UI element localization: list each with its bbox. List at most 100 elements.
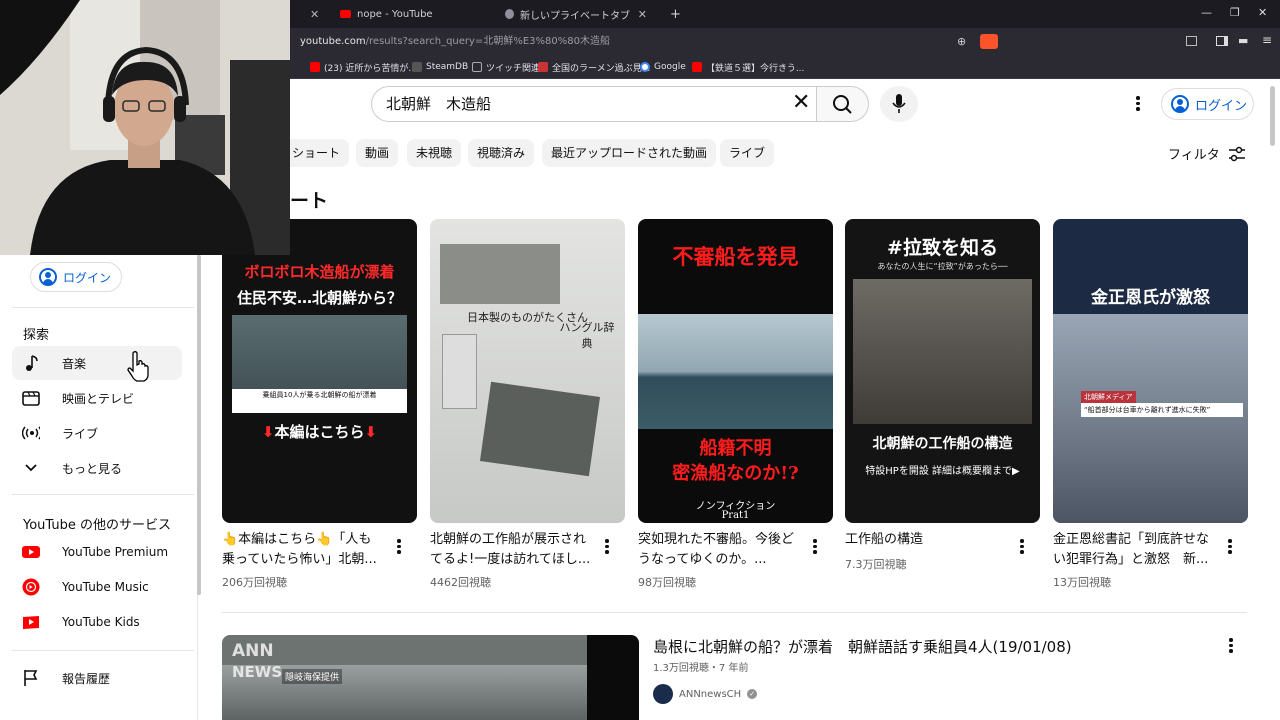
- short-title[interactable]: 工作船の構造: [845, 530, 1007, 550]
- short-more-icon[interactable]: [1225, 537, 1235, 557]
- url-host: youtube.com: [300, 36, 366, 47]
- sidebar-item-label: 報告履歴: [62, 671, 111, 686]
- chevron-down-icon: [22, 459, 40, 477]
- wallet-icon[interactable]: ▬: [1238, 34, 1248, 47]
- bookmark-item[interactable]: (23) 近所から苦情が...: [310, 59, 417, 75]
- sidebar-toggle-icon[interactable]: [1216, 36, 1228, 46]
- bookmark-item[interactable]: 【鉄道５選】今行きう...: [692, 59, 804, 75]
- tab-private[interactable]: 新しいプライベートタブ ✕: [495, 2, 655, 26]
- sidebar-item-movies[interactable]: 映画とテレビ: [12, 381, 182, 415]
- bookmark-item[interactable]: SteamDB: [412, 59, 468, 75]
- sidebar-item-more[interactable]: もっと見る: [12, 451, 182, 485]
- thumb-text: 住民不安…北朝鮮から？: [236, 289, 402, 307]
- short-thumbnail[interactable]: 日本製のものがたくさん ハングル辞典: [430, 219, 625, 523]
- short-card[interactable]: 日本製のものがたくさん ハングル辞典 北朝鮮の工作船が展示されてるよ!一度は訪れ…: [430, 219, 625, 589]
- chip-watched[interactable]: 視聴済み: [468, 139, 535, 167]
- book-image: [479, 381, 601, 477]
- chip-live[interactable]: ライブ: [720, 139, 775, 167]
- thumb-text: 本編はこちら: [274, 423, 365, 441]
- bookmark-label: 全国のラーメン過ぶ見...: [552, 63, 651, 74]
- short-card[interactable]: 金正恩氏が激怒 北朝鮮メディア “船首部分は台車から離れず進水に失敗” 金正恩総…: [1053, 219, 1248, 589]
- short-title[interactable]: 👆本編はこちら👆「人も乗っていたら怖い」北朝...: [222, 530, 384, 570]
- close-tab-icon[interactable]: ✕: [638, 8, 647, 21]
- sidebar-item-kids[interactable]: YouTube Kids: [12, 605, 182, 639]
- video-meta: 1.3万回視聴・7 年前: [653, 663, 749, 674]
- short-title[interactable]: 北朝鮮の工作船が展示されてるよ!一度は訪れてほし...: [430, 530, 592, 570]
- search-input[interactable]: 北朝鮮 木造船: [371, 86, 817, 122]
- chip-videos[interactable]: 動画: [356, 139, 399, 167]
- sidebar-item-label: YouTube Premium: [62, 545, 169, 559]
- phone-image: [442, 334, 477, 409]
- short-thumbnail[interactable]: 金正恩氏が激怒 北朝鮮メディア “船首部分は台車から離れず進水に失敗”: [1053, 219, 1248, 523]
- voice-search-button[interactable]: [880, 86, 918, 122]
- settings-kebab-icon[interactable]: [1128, 94, 1148, 114]
- zoom-icon[interactable]: ⊕: [957, 35, 966, 48]
- tab-youtube[interactable]: nope - YouTube: [330, 2, 495, 26]
- youtube-premium-icon: [22, 543, 40, 561]
- short-card[interactable]: #拉致を知る あなたの人生に“拉致”があったら── 北朝鮮の工作船の構造 特設H…: [845, 219, 1040, 571]
- menu-icon[interactable]: ≡: [1262, 33, 1272, 47]
- sidebar-item-label: もっと見る: [62, 461, 123, 476]
- short-title[interactable]: 突如現れた不審船。今後どうなってゆくのか。...: [638, 530, 800, 570]
- services-heading: YouTube の他のサービス: [23, 518, 171, 533]
- short-more-icon[interactable]: [810, 537, 820, 557]
- sidebar-item-report-history[interactable]: 報告履歴: [12, 661, 182, 695]
- short-card[interactable]: ボロボロ木造船が漂着 住民不安…北朝鮮から？ 乗組員10人が乗る北朝鮮の船が漂着…: [222, 219, 417, 589]
- sidebar-divider: [12, 494, 194, 495]
- url-field[interactable]: youtube.com/results?search_query=北朝鮮%E3%…: [300, 32, 1000, 51]
- tab-label: 新しいプライベートタブ: [520, 10, 630, 22]
- sidebar-item-premium[interactable]: YouTube Premium: [12, 535, 182, 569]
- private-mask-icon: [505, 9, 514, 19]
- short-thumbnail[interactable]: ボロボロ木造船が漂着 住民不安…北朝鮮から？ 乗組員10人が乗る北朝鮮の船が漂着…: [222, 219, 417, 523]
- short-card[interactable]: 不審船を発見 船籍不明 密漁船なのか!? ノンフィクション Prat1 突如現れ…: [638, 219, 833, 589]
- new-tab-button[interactable]: +: [660, 2, 691, 26]
- webcam-image: [0, 0, 290, 255]
- clear-search-icon[interactable]: ✕: [792, 92, 810, 114]
- login-label: ログイン: [63, 270, 112, 285]
- flag-icon: [22, 669, 40, 687]
- channel-avatar[interactable]: [653, 684, 673, 704]
- video-thumbnail[interactable]: ANN NEWS 隠岐海保提供: [222, 635, 639, 720]
- minimize-icon[interactable]: —: [1201, 6, 1212, 19]
- bookmark-item[interactable]: ツイッチ関連: [472, 59, 540, 75]
- filter-button[interactable]: フィルタ: [1168, 144, 1246, 163]
- account-icon: [39, 268, 57, 286]
- maximize-icon[interactable]: ❐: [1230, 6, 1240, 19]
- short-more-icon[interactable]: [394, 537, 404, 557]
- sidebar-item-music-app[interactable]: YouTube Music: [12, 570, 182, 604]
- chip-unwatched[interactable]: 未視聴: [407, 139, 462, 167]
- brave-shield-icon[interactable]: [980, 34, 998, 49]
- page-scrollbar[interactable]: [1270, 86, 1275, 146]
- video-title[interactable]: 島根に北朝鮮の船？が漂着 朝鮮語話す乗組員4人(19/01/08): [653, 636, 1072, 657]
- channel-name[interactable]: ANNnewsCH: [679, 689, 741, 700]
- hand-cursor-icon: [127, 351, 149, 382]
- bookmark-item[interactable]: 全国のラーメン過ぶ見...: [538, 59, 650, 75]
- short-more-icon[interactable]: [602, 537, 612, 557]
- login-label: ログイン: [1195, 98, 1248, 114]
- bookmark-item[interactable]: Google: [640, 59, 686, 75]
- short-more-icon[interactable]: [1017, 537, 1027, 557]
- chip-recent[interactable]: 最近アップロードされた動画: [542, 139, 717, 167]
- thumb-text: あなたの人生に“拉致”があったら──: [877, 262, 1008, 271]
- short-thumbnail[interactable]: #拉致を知る あなたの人生に“拉致”があったら── 北朝鮮の工作船の構造 特設H…: [845, 219, 1040, 523]
- thumb-text: 北朝鮮メディア: [1081, 391, 1136, 403]
- short-thumbnail[interactable]: 不審船を発見 船籍不明 密漁船なのか!? ノンフィクション Prat1: [638, 219, 833, 523]
- sidebar-item-music[interactable]: 音楽: [12, 346, 182, 380]
- login-button[interactable]: ログイン: [1161, 88, 1254, 120]
- tab-close-previous[interactable]: ✕: [300, 2, 330, 26]
- sidebar-item-live[interactable]: ライブ: [12, 416, 182, 450]
- sidebar-scrollbar[interactable]: [197, 255, 201, 595]
- short-views: 206万回視聴: [222, 576, 287, 589]
- video-more-icon[interactable]: [1226, 636, 1236, 656]
- reader-icon[interactable]: [1186, 36, 1197, 46]
- short-title[interactable]: 金正恩総書記「到底許せない犯罪行為」と激怒 新...: [1053, 530, 1215, 570]
- youtube-kids-icon: [22, 613, 40, 631]
- search-button[interactable]: [817, 86, 869, 122]
- window-close-icon[interactable]: ✕: [1258, 6, 1267, 19]
- sidebar-login-button[interactable]: ログイン: [30, 262, 122, 292]
- chip-shorts[interactable]: ショート: [283, 139, 350, 167]
- ship-interior-image: [853, 279, 1032, 424]
- sidebar-item-label: YouTube Kids: [62, 615, 140, 629]
- thumb-text: ハングル辞典: [559, 321, 615, 350]
- channel-link[interactable]: ANNnewsCH ✓: [653, 684, 758, 704]
